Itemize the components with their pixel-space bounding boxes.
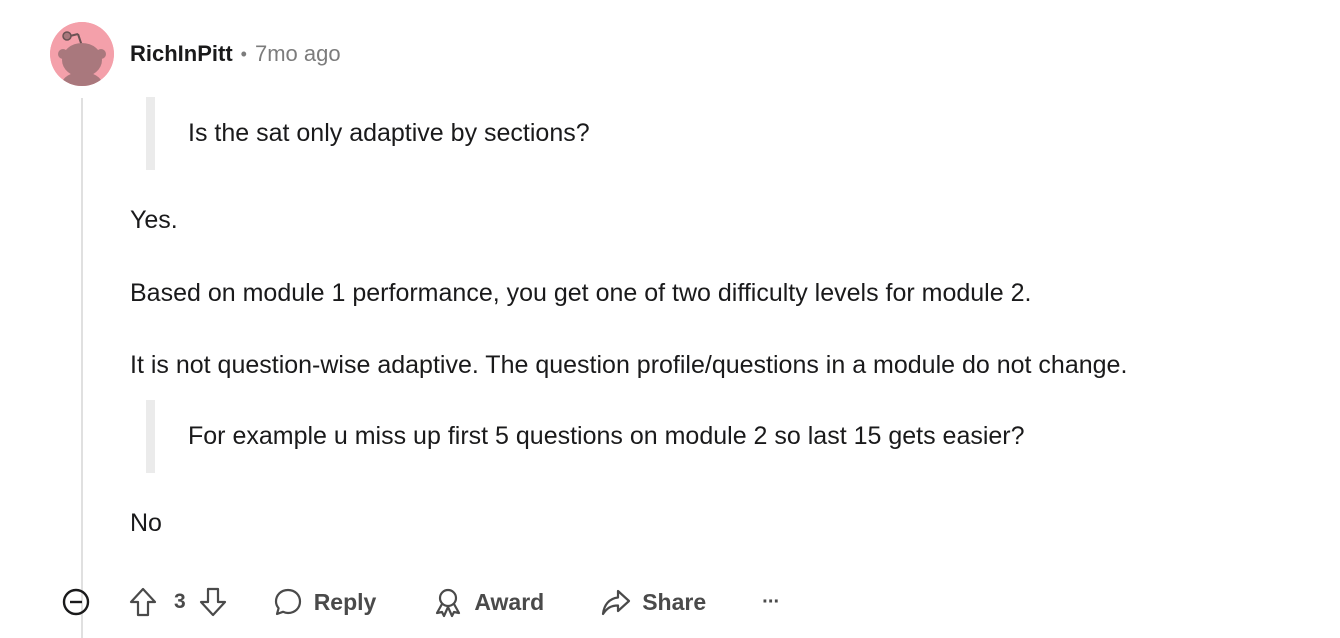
collapse-icon	[62, 588, 90, 616]
meta-separator: •	[240, 43, 247, 64]
action-bar: 3 Reply Award Share ···	[60, 580, 780, 624]
award-button[interactable]: Award	[432, 586, 544, 618]
reply-button[interactable]: Reply	[272, 586, 377, 618]
paragraph: Based on module 1 performance, you get o…	[130, 279, 1032, 307]
comment-header: RichInPitt • 7mo ago	[130, 38, 341, 70]
downvote-button[interactable]	[198, 586, 228, 618]
more-options-button[interactable]: ···	[762, 590, 780, 614]
vote-score: 3	[174, 590, 186, 613]
blockquote: Is the sat only adaptive by sections?	[146, 97, 1310, 170]
comment-card: RichInPitt • 7mo ago Is the sat only ada…	[0, 0, 1340, 638]
speech-bubble-icon	[274, 588, 301, 616]
share-button[interactable]: Share	[600, 586, 706, 618]
upvote-icon	[129, 587, 157, 617]
blockquote: For example u miss up first 5 questions …	[146, 400, 1310, 473]
share-icon	[602, 589, 631, 616]
award-icon	[436, 588, 461, 618]
paragraph: Yes.	[130, 206, 178, 234]
collapse-button[interactable]	[60, 586, 92, 618]
quote-text: For example u miss up first 5 questions …	[188, 422, 1025, 450]
avatar[interactable]	[50, 22, 114, 86]
username-link[interactable]: RichInPitt	[130, 41, 233, 67]
thread-line[interactable]	[81, 98, 83, 638]
paragraph: No	[130, 509, 162, 537]
paragraph: It is not question-wise adaptive. The qu…	[130, 351, 1128, 379]
comment-body: Is the sat only adaptive by sections? Ye…	[130, 96, 1310, 539]
share-label: Share	[642, 588, 707, 615]
snoo-avatar-icon	[50, 22, 114, 86]
timestamp[interactable]: 7mo ago	[255, 41, 341, 67]
quote-text: Is the sat only adaptive by sections?	[188, 119, 590, 147]
more-options-icon: ···	[762, 590, 780, 613]
reply-label: Reply	[313, 588, 377, 615]
award-label: Award	[474, 588, 545, 615]
downvote-icon	[199, 587, 226, 617]
upvote-button[interactable]	[128, 586, 158, 618]
